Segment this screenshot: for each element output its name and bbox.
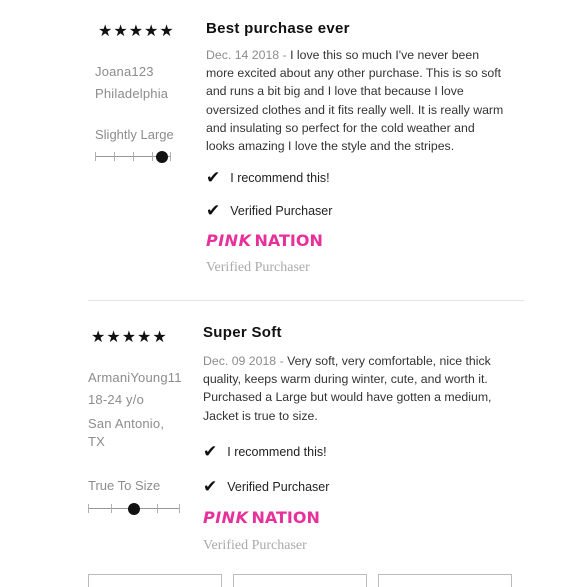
pink-nation-logo: PINK NATION (206, 231, 323, 250)
reviewer-location: Philadelphia (95, 86, 169, 101)
pink-nation-logo: PINK NATION (203, 508, 320, 527)
helpful-button[interactable] (88, 574, 222, 587)
check-icon: ✔ (206, 168, 221, 187)
recommend-label: I recommend this! (227, 444, 327, 459)
fit-slider-knob (128, 503, 140, 515)
check-icon: ✔ (203, 477, 218, 496)
review-title: Super Soft (203, 324, 282, 341)
star-rating: ★★★★★ (91, 329, 168, 346)
review-text: I love this so much I've never been more… (206, 48, 504, 154)
fit-label: True To Size (88, 478, 161, 493)
recommend-row: ✔ I recommend this! (206, 169, 330, 186)
reviewer-username: ArmaniYoung11 (88, 370, 182, 385)
verified-purchaser-badge: Verified Purchaser (206, 260, 310, 275)
reviewer-location: San Antonio, (88, 416, 165, 431)
fit-slider (88, 503, 180, 515)
check-icon: ✔ (206, 201, 221, 220)
reviewer-age: 18-24 y/o (88, 392, 145, 407)
check-icon: ✔ (203, 442, 218, 461)
verified-row: ✔ Verified Purchaser (206, 202, 332, 219)
review-date: Dec. 09 2018 (203, 354, 277, 368)
not-helpful-button[interactable] (233, 574, 367, 587)
review-title: Best purchase ever (206, 20, 350, 37)
recommend-label: I recommend this! (230, 170, 330, 185)
fit-slider-knob (155, 151, 168, 163)
verified-row: ✔ Verified Purchaser (203, 478, 329, 495)
review-card: ★★★★★ ArmaniYoung11 18-24 y/o San Antoni… (0, 302, 580, 580)
review-divider (88, 300, 524, 301)
report-button[interactable] (378, 574, 512, 587)
fit-label: Slightly Large (95, 127, 174, 142)
review-body: Dec. 14 2018 - I love this so much I've … (206, 48, 504, 154)
verified-label: Verified Purchaser (227, 479, 330, 494)
verified-label: Verified Purchaser (230, 203, 333, 218)
reviewer-username: Joana123 (95, 64, 154, 79)
verified-purchaser-badge: Verified Purchaser (203, 538, 307, 553)
review-date: Dec. 14 2018 (206, 48, 280, 62)
fit-slider (95, 151, 171, 163)
star-rating: ★★★★★ (98, 23, 175, 40)
reviewer-location-state: TX (88, 434, 106, 449)
recommend-row: ✔ I recommend this! (203, 443, 327, 460)
review-card: ★★★★★ Joana123 Philadelphia Slightly Lar… (0, 0, 580, 300)
review-body: Dec. 09 2018 - Very soft, very comfortab… (203, 354, 492, 423)
